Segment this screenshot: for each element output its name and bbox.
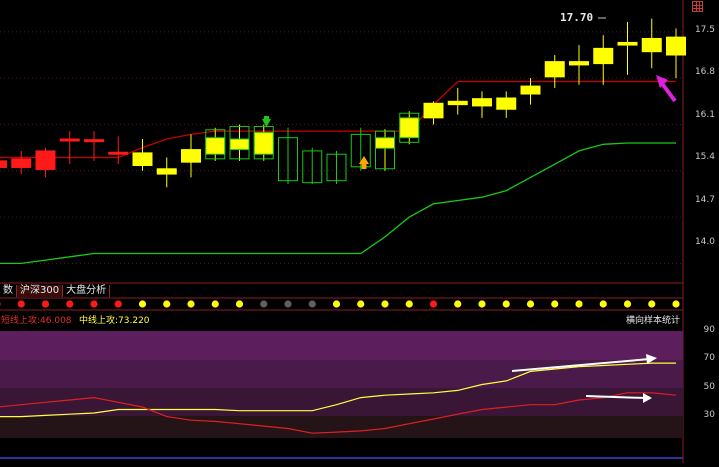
candle-body — [253, 131, 274, 155]
signal-dot — [235, 300, 244, 308]
signal-dot — [284, 300, 292, 308]
candle-body — [617, 41, 638, 46]
candle-body — [11, 158, 32, 168]
signal-dot — [551, 300, 559, 308]
signal-dot — [211, 300, 219, 308]
signal-dot — [308, 300, 316, 308]
candle-body — [569, 61, 589, 66]
candle-body — [108, 151, 129, 155]
indicator-title: 横向样本统计 — [626, 316, 681, 326]
candle-body — [156, 168, 177, 175]
signal-dot — [599, 300, 607, 308]
candle-body — [447, 100, 468, 106]
candle-body — [0, 160, 7, 168]
signal-dot — [429, 300, 438, 308]
tab-market-analysis[interactable]: 大盘分析 — [63, 285, 111, 297]
candle-body — [59, 138, 80, 142]
candle-body — [520, 85, 541, 95]
signal-dot — [163, 300, 171, 308]
signal-dot — [90, 300, 98, 308]
signal-dot — [648, 300, 656, 308]
signal-dot — [66, 300, 74, 308]
price-axis-tick: 15.4 — [694, 152, 715, 162]
green-down-arrow-stem — [264, 116, 269, 120]
grid-icon[interactable] — [692, 1, 703, 12]
candle-body — [132, 152, 153, 166]
tab-csi300[interactable]: 沪深300 — [17, 285, 64, 297]
signal-dot — [332, 300, 341, 308]
candle-body — [205, 137, 226, 155]
signal-dot — [672, 300, 680, 308]
candle-body — [229, 138, 250, 151]
peak-price-label: 17.70 — [560, 11, 594, 24]
indicator-axis-tick: 50 — [703, 382, 715, 392]
chart-canvas — [0, 0, 719, 463]
indicator-axis-tick: 30 — [703, 410, 715, 420]
signal-dot — [41, 300, 50, 308]
candle-body — [375, 137, 395, 149]
signal-dot — [478, 300, 486, 308]
price-axis-tick: 17.5 — [694, 25, 715, 35]
candle-body — [84, 139, 104, 143]
signal-dot — [187, 300, 195, 308]
signal-dot — [502, 300, 510, 308]
candle-body — [666, 36, 686, 56]
signal-dot — [454, 300, 462, 308]
tab-bar: 数 沪深300 大盘分析 — [0, 284, 111, 298]
candle-body — [399, 117, 420, 139]
candle-body — [544, 61, 565, 78]
short-line-label: 短线上攻:46.008 — [1, 316, 72, 326]
orange-up-arrow-stem — [361, 164, 367, 169]
signal-dot — [357, 300, 365, 308]
price-axis-tick: 14.0 — [694, 237, 715, 247]
indicator-axis-tick: 90 — [703, 325, 715, 335]
band-90-70 — [0, 331, 683, 360]
signal-dot — [623, 300, 632, 308]
candle-body — [593, 47, 614, 65]
signal-dot — [381, 300, 389, 308]
mid-line-label: 中线上攻:73.220 — [79, 316, 150, 326]
signal-dot — [405, 300, 413, 308]
signal-dot — [17, 300, 25, 308]
signal-dot — [575, 300, 583, 308]
signal-dot — [114, 300, 122, 308]
chart-window: 17.70 17.5 16.8 16.1 15.4 14.7 14.0 90 7… — [0, 0, 719, 463]
price-axis-tick: 16.1 — [694, 110, 715, 120]
candle-body — [472, 98, 492, 107]
candle-body — [181, 149, 201, 163]
candle-body — [423, 102, 444, 119]
price-axis-tick: 14.7 — [694, 195, 715, 205]
band-30-10 — [0, 416, 683, 438]
candle-body — [641, 37, 662, 53]
indicator-axis-tick: 70 — [703, 353, 715, 363]
candle-body — [35, 150, 56, 170]
signal-dot — [260, 300, 268, 308]
signal-dot — [526, 300, 535, 308]
tab-indicator[interactable]: 数 — [0, 285, 17, 297]
price-axis-tick: 16.8 — [694, 67, 715, 77]
candle-body — [496, 97, 517, 110]
signal-dot — [138, 300, 147, 308]
